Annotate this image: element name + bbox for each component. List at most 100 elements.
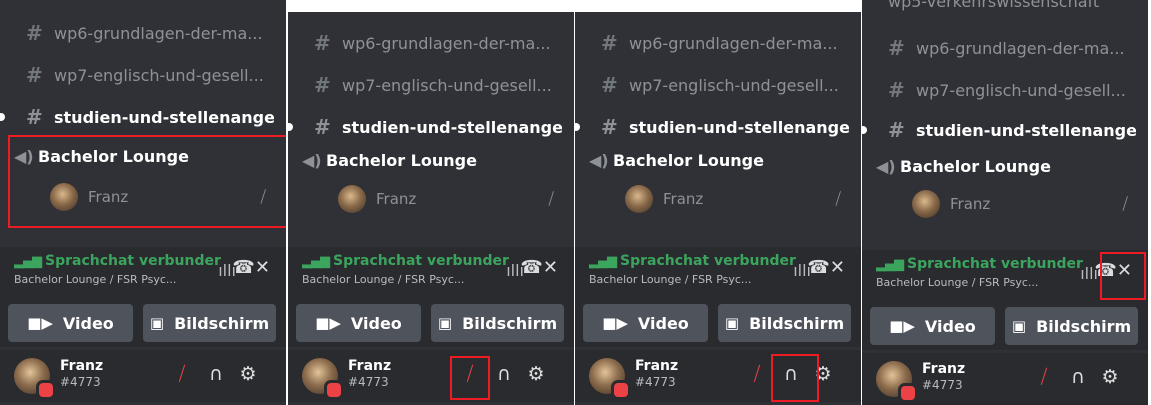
voice-status: ▂▄▆ Sprachchat verbunder [14,253,221,269]
user-panel: Franz #4773 ⧸ ∩ ⚙ [0,350,286,402]
mic-muted-icon: ⧸ [548,189,554,208]
screen-share-label: Bildschirm [462,313,558,333]
channel-item-wp6[interactable]: # wp6-grundlagen-der-ma... [314,28,562,58]
status-badge [36,380,56,400]
hash-icon: # [601,115,618,139]
channel-label: studien-und-stellenange... [629,117,849,137]
hash-icon: # [601,31,618,55]
avatar [912,190,940,218]
voice-connection-bar: ▂▄▆ Sprachchat verbunder Bachelor Lounge … [0,247,286,299]
signal-bars-icon: ▂▄▆ [876,257,904,272]
username: Franz [635,358,679,374]
disconnect-call-icon[interactable]: ☎✕ [807,257,845,278]
mic-muted-icon[interactable]: ⧸ [170,363,194,385]
voice-member-franz[interactable]: Franz ⧸ [912,187,1128,221]
voice-member-franz[interactable]: Franz ⧸ [625,182,841,216]
hash-icon: # [888,118,905,142]
channel-label: wp7-englisch-und-gesell... [916,80,1126,100]
status-badge [324,380,344,400]
highlight-box [8,135,286,228]
mic-muted-icon[interactable]: ⧸ [1032,366,1056,388]
voice-channel-bachelor-lounge[interactable]: ◀) Bachelor Lounge [876,151,1051,181]
channel-list: # wp6-grundlagen-der-ma... # wp7-englisc… [575,12,861,237]
voice-status-label: Sprachchat verbunder [620,253,796,269]
screen-share-icon: ▣ [437,314,453,332]
hash-icon: # [26,21,43,45]
status-badge [611,380,631,400]
voice-connection-bar: ▂▄▆ Sprachchat verbunder Bachelor Lounge … [862,250,1148,302]
voice-member-franz[interactable]: Franz ⧸ [338,182,554,216]
voice-location: Bachelor Lounge / FSR Psyc... [14,273,177,286]
voice-status-label: Sprachchat verbunder [333,253,509,269]
status-badge [898,383,918,403]
channel-item-wp5-cutoff[interactable]: wp5-verkehrswissenschaft [888,0,1099,11]
channel-item-wp6[interactable]: # wp6-grundlagen-der-ma... [26,18,274,48]
camera-icon: ■▶ [315,314,341,332]
channel-item-wp6[interactable]: # wp6-grundlagen-der-ma... [601,28,849,58]
voice-channel-bachelor-lounge[interactable]: ◀) Bachelor Lounge [302,145,477,175]
channel-item-wp7[interactable]: # wp7-englisch-und-gesell... [26,60,274,90]
mic-muted-icon[interactable]: ⧸ [745,363,769,385]
panel-4: wp5-verkehrswissenschaft # wp6-grundlage… [862,0,1148,405]
speaker-icon: ◀) [589,150,609,170]
signal-bars-icon: ▂▄▆ [589,254,617,269]
screen-share-label: Bildschirm [174,313,270,333]
screen-share-button[interactable]: ▣ Bildschirm [431,304,564,342]
panel-2: # wp6-grundlagen-der-ma... # wp7-englisc… [288,12,574,405]
headphones-icon[interactable]: ∩ [492,363,516,385]
screen-share-icon: ▣ [149,314,165,332]
screen-share-button[interactable]: ▣ Bildschirm [718,304,851,342]
unread-indicator [288,123,293,131]
voice-channel-bachelor-lounge[interactable]: ◀) Bachelor Lounge [589,145,764,175]
video-button[interactable]: ■▶ Video [583,304,708,342]
gear-icon[interactable]: ⚙ [1098,366,1122,388]
unread-indicator [575,123,580,131]
channel-item-wp7[interactable]: # wp7-englisch-und-gesell... [601,70,849,100]
channel-item-wp7[interactable]: # wp7-englisch-und-gesell... [888,75,1136,105]
hash-icon: # [314,73,331,97]
channel-label: studien-und-stellenange... [342,117,562,137]
voice-connection-bar: ▂▄▆ Sprachchat verbunder Bachelor Lounge … [575,247,861,299]
voice-status: ▂▄▆ Sprachchat verbunder [876,256,1083,272]
screen-share-button[interactable]: ▣ Bildschirm [143,304,276,342]
hash-icon: # [601,73,618,97]
voice-status-label: Sprachchat verbunder [907,256,1083,272]
username: Franz [922,361,966,377]
media-buttons: ■▶ Video ▣ Bildschirm [575,299,861,347]
speaker-icon: ◀) [876,156,896,176]
channel-label: studien-und-stellenange... [54,107,274,127]
avatar [338,185,366,213]
user-panel: Franz #4773 ⧸ ∩ ⚙ [862,353,1148,405]
channel-label: wp7-englisch-und-gesell... [629,75,839,95]
channel-item-wp6[interactable]: # wp6-grundlagen-der-ma... [888,33,1136,63]
disconnect-call-icon[interactable]: ☎✕ [232,257,270,278]
channel-label: wp6-grundlagen-der-ma... [342,33,551,53]
screen-share-button[interactable]: ▣ Bildschirm [1005,307,1138,345]
video-button[interactable]: ■▶ Video [296,304,421,342]
channel-label: wp6-grundlagen-der-ma... [54,23,263,43]
video-button[interactable]: ■▶ Video [8,304,133,342]
video-button[interactable]: ■▶ Video [870,307,995,345]
channel-list: # wp6-grundlagen-der-ma... # wp7-englisc… [288,12,574,237]
username: Franz [348,358,392,374]
highlight-box [450,356,490,400]
gear-icon[interactable]: ⚙ [524,363,548,385]
hash-icon: # [888,78,905,102]
channel-label: wp7-englisch-und-gesell... [342,75,552,95]
channel-item-studien[interactable]: # studien-und-stellenange... [26,102,274,132]
panel-3: # wp6-grundlagen-der-ma... # wp7-englisc… [575,12,861,405]
disconnect-call-icon[interactable]: ☎✕ [520,257,558,278]
mic-muted-icon: ⧸ [1122,194,1128,213]
channel-item-studien[interactable]: # studien-und-stellenange... [314,112,562,142]
channel-item-wp7[interactable]: # wp7-englisch-und-gesell... [314,70,562,100]
headphones-icon[interactable]: ∩ [1066,366,1090,388]
headphones-icon[interactable]: ∩ [204,363,228,385]
highlight-box [771,354,819,402]
username: Franz [60,358,104,374]
screen-share-icon: ▣ [724,314,740,332]
channel-item-studien[interactable]: # studien-und-stellenange... [601,112,849,142]
voice-status: ▂▄▆ Sprachchat verbunder [589,253,796,269]
channel-item-studien[interactable]: # studien-und-stellenange... [888,115,1136,145]
gear-icon[interactable]: ⚙ [236,363,260,385]
mic-muted-icon: ⧸ [835,189,841,208]
